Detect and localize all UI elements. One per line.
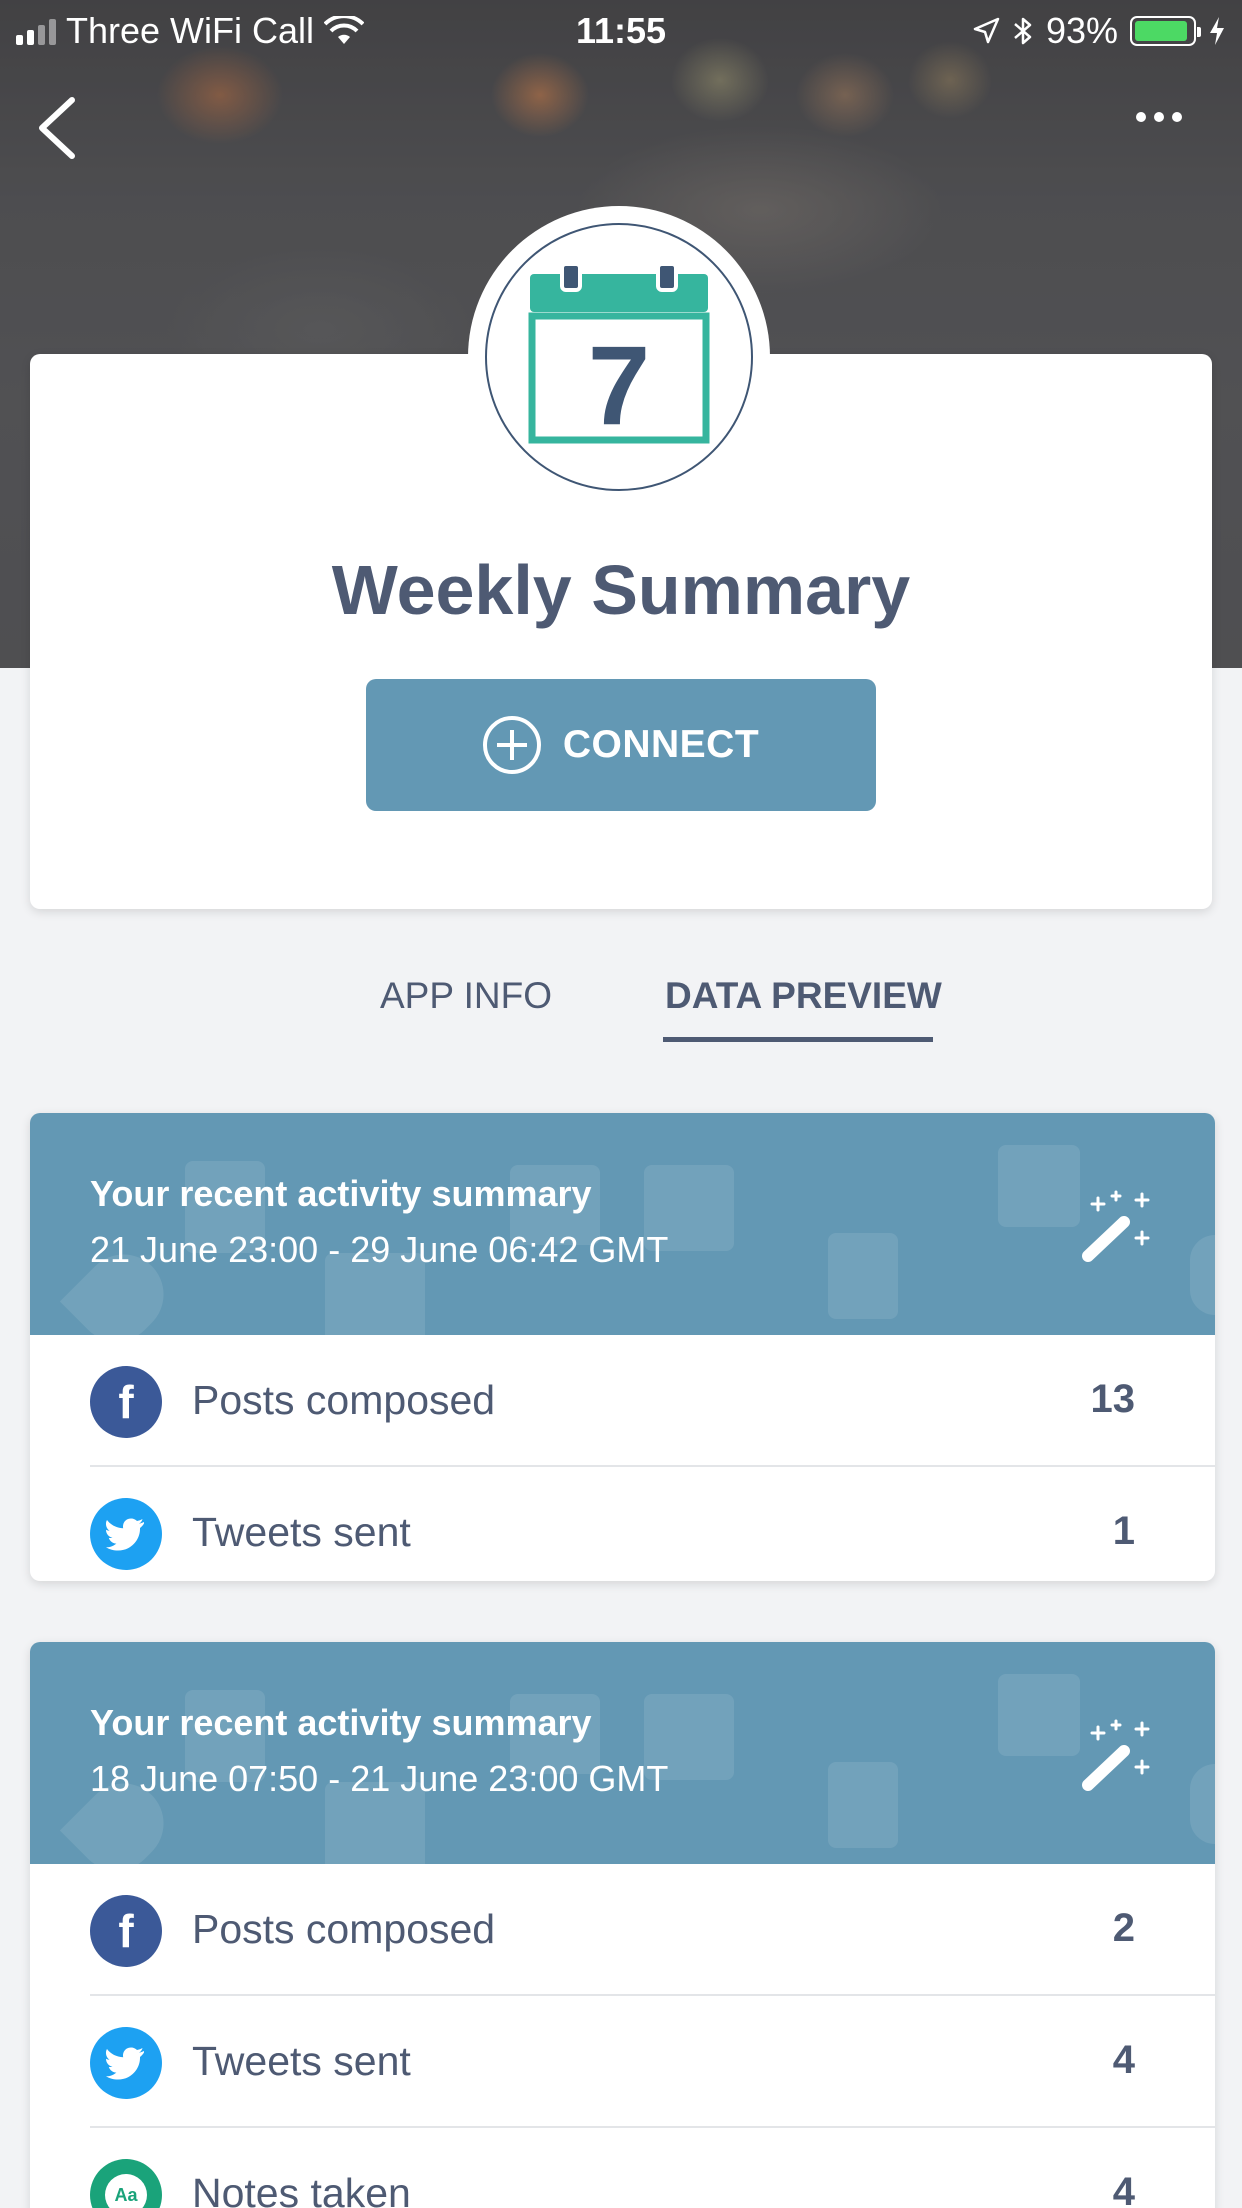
bluetooth-icon xyxy=(1014,17,1032,45)
battery-icon xyxy=(1130,16,1201,46)
status-right: 93% xyxy=(972,10,1226,52)
pattern-shape xyxy=(828,1233,898,1319)
item-label: Tweets sent xyxy=(192,2038,411,2084)
battery-percent: 93% xyxy=(1045,10,1118,51)
tab-bar: APP INFO DATA PREVIEW xyxy=(0,975,1242,1045)
activity-summary-card: Your recent activity summary 18 June 07:… xyxy=(30,1642,1215,2208)
twitter-icon xyxy=(90,1498,162,1570)
pattern-shape xyxy=(1190,1235,1215,1315)
pattern-shape xyxy=(998,1674,1080,1756)
app-icon: 7 xyxy=(468,206,770,508)
notes-icon: Aa xyxy=(90,2159,162,2208)
list-item: Tweets sent 4 xyxy=(90,1996,1215,2128)
location-icon xyxy=(973,17,1000,44)
item-value: 4 xyxy=(1112,2038,1135,2082)
twitter-icon xyxy=(90,2027,162,2099)
item-value: 4 xyxy=(1112,2170,1135,2208)
item-label: Posts composed xyxy=(192,1377,496,1423)
item-label: Notes taken xyxy=(192,2170,411,2208)
pattern-shape xyxy=(828,1762,898,1848)
item-label: Posts composed xyxy=(192,1906,496,1952)
connect-label: CONNECT xyxy=(562,723,760,766)
pattern-shape xyxy=(1190,1764,1215,1844)
back-chevron-icon[interactable] xyxy=(30,92,90,162)
item-value: 2 xyxy=(1112,1906,1135,1950)
list-item: Tweets sent 1 xyxy=(90,1467,1215,1581)
charging-icon xyxy=(1210,17,1224,45)
summary-date-range: 21 June 23:00 - 29 June 06:42 GMT xyxy=(90,1229,669,1270)
magic-wand-icon[interactable] xyxy=(1080,1188,1160,1268)
status-bar: Three WiFi Call 11:55 93% xyxy=(0,0,1242,62)
list-item: Aa Notes taken 4 xyxy=(90,2128,1215,2208)
tab-data-preview[interactable]: DATA PREVIEW xyxy=(665,975,942,1017)
facebook-icon: f xyxy=(90,1366,162,1438)
item-value: 13 xyxy=(1090,1377,1136,1421)
pattern-shape xyxy=(998,1145,1080,1227)
facebook-icon: f xyxy=(90,1895,162,1967)
battery-level xyxy=(1135,21,1188,41)
list-item: f Posts composed 13 xyxy=(90,1335,1215,1467)
list-item: f Posts composed 2 xyxy=(90,1864,1215,1996)
notes-icon-text: Aa xyxy=(105,2174,147,2208)
calendar-icon: 7 xyxy=(528,264,710,448)
tab-app-info[interactable]: APP INFO xyxy=(380,975,552,1017)
item-value: 1 xyxy=(1112,1509,1135,1553)
plus-circle-icon xyxy=(482,716,541,774)
summary-header: Your recent activity summary 21 June 23:… xyxy=(30,1113,1215,1335)
active-tab-indicator xyxy=(663,1037,933,1042)
app-title: Weekly Summary xyxy=(331,551,911,629)
calendar-number: 7 xyxy=(588,323,650,448)
summary-date-range: 18 June 07:50 - 21 June 23:00 GMT xyxy=(90,1758,669,1799)
summary-title: Your recent activity summary xyxy=(90,1173,592,1214)
summary-title: Your recent activity summary xyxy=(90,1702,592,1743)
magic-wand-icon[interactable] xyxy=(1080,1717,1160,1797)
connect-button[interactable]: CONNECT xyxy=(366,679,876,811)
more-options-icon[interactable] xyxy=(1136,112,1182,122)
item-label: Tweets sent xyxy=(192,1509,411,1555)
activity-summary-card: Your recent activity summary 21 June 23:… xyxy=(30,1113,1215,1581)
summary-header: Your recent activity summary 18 June 07:… xyxy=(30,1642,1215,1864)
